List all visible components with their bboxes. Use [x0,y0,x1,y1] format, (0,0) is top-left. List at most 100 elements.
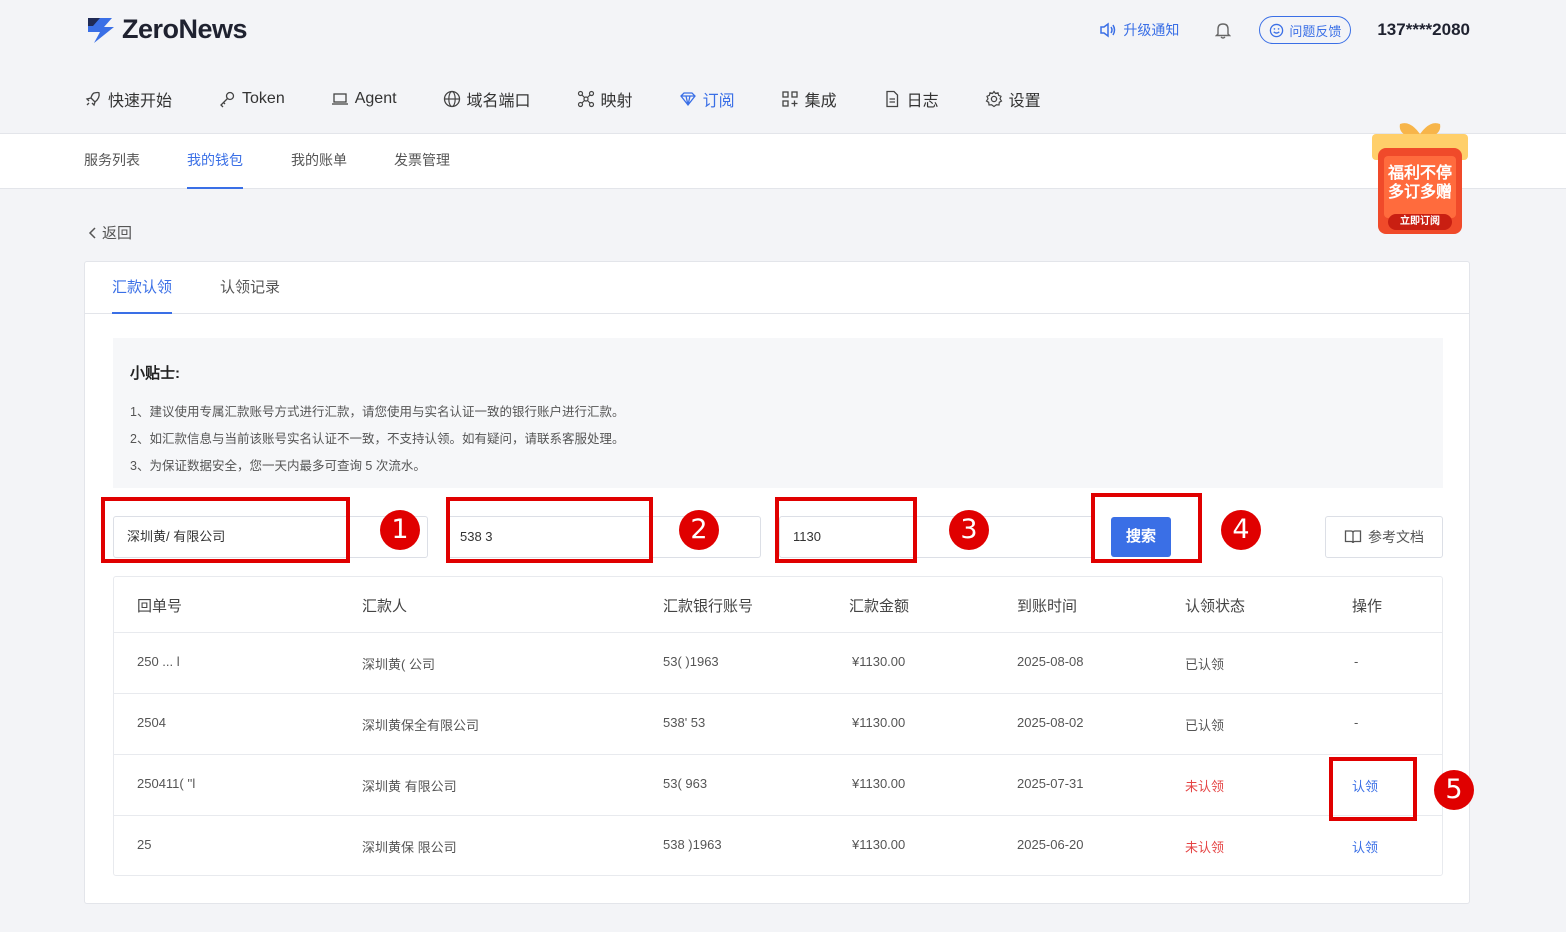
amount: ¥1130.00 [852,837,906,852]
tab-my-wallet[interactable]: 我的钱包 [187,134,243,189]
claim-status: 未认领 [1185,779,1225,794]
grid-icon [781,91,798,107]
claim-status: 未认领 [1185,840,1225,855]
tab-service-list[interactable]: 服务列表 [84,134,140,189]
header-actions: 升级通知 问题反馈 137****2080 [1099,16,1470,44]
remittance-claim-card: 汇款认领 认领记录 小贴士: 1、建议使用专属汇款账号方式进行汇款，请您使用与实… [84,261,1470,904]
logo-text: ZeroNews [122,14,248,44]
book-icon [1344,530,1362,544]
remitter-name: 深圳黄保 限公司 [362,840,457,855]
annotation-number-4: 4 [1221,510,1261,550]
feedback-button[interactable]: 问题反馈 [1259,16,1352,44]
col-account: 汇款银行账号 [663,598,754,615]
tips-box: 小贴士: 1、建议使用专属汇款账号方式进行汇款，请您使用与实名认证一致的银行账户… [113,338,1443,488]
annotation-number-3: 3 [949,510,989,550]
reference-doc-button[interactable]: 参考文档 [1325,516,1443,558]
speaker-icon [1100,22,1116,38]
smile-icon [1270,23,1284,37]
nav-token[interactable]: Token [218,86,285,112]
table-row: 2504 深圳黄保全有限公司 538' 53 ¥1130.00 2025-08-… [114,694,1442,755]
sub-nav: 服务列表 我的钱包 我的账单 发票管理 [0,134,1566,189]
upgrade-notice-link[interactable]: 升级通知 [1099,20,1179,40]
chevron-left-icon [88,226,96,239]
top-header: ZeroNews 升级通知 问题反馈 137****2080 快速开始 Toke… [0,0,1566,134]
back-label: 返回 [102,225,133,242]
nav-agent[interactable]: Agent [331,86,397,112]
col-remitter: 汇款人 [362,598,408,615]
gear-icon [985,90,1002,108]
bank-account: 538 )1963 [663,837,722,852]
annotation-box-2 [446,497,653,563]
table-row: 250411( ''l 深圳黄 有限公司 53( 963 ¥1130.00 20… [114,755,1442,816]
nav-settings[interactable]: 设置 [985,86,1041,112]
diamond-icon [679,92,696,107]
nav-subscription[interactable]: 订阅 [679,86,735,112]
logo[interactable]: ZeroNews [84,14,248,45]
claim-link[interactable]: 认领 [1352,837,1378,856]
bank-account: 53( )1963 [663,654,719,669]
nav-domain-port[interactable]: 域名端口 [443,86,531,112]
arrival-date: 2025-06-20 [1017,837,1084,852]
key-icon [220,91,235,108]
tips-line-3: 3、为保证数据安全，您一天内最多可查询 5 次流水。 [130,459,426,473]
promo-subscribe-button[interactable]: 立即订阅 [1388,214,1452,230]
tips-line-2: 2、如汇款信息与当前该账号实名认证不一致，不支持认领。如有疑问，请联系客服处理。 [130,432,625,446]
amount: ¥1130.00 [852,715,906,730]
annotation-number-2: 2 [679,510,719,550]
claim-status: 已认领 [1185,657,1225,672]
back-link[interactable]: 返回 [88,222,132,243]
tips-line-1: 1、建议使用专属汇款账号方式进行汇款，请您使用与实名认证一致的银行账户进行汇款。 [130,405,625,419]
tab-my-bills[interactable]: 我的账单 [291,134,347,189]
upgrade-notice-label: 升级通知 [1123,22,1180,38]
receipt-no: 25 [137,837,152,852]
tab-claim-records[interactable]: 认领记录 [220,262,280,314]
rocket-icon [85,91,100,107]
bank-account: 538' 53 [663,715,706,730]
document-icon [885,90,898,108]
arrival-date: 2025-08-02 [1017,715,1084,730]
operation-none: - [1354,715,1359,730]
annotation-box-5 [1329,757,1417,821]
tab-invoice-management[interactable]: 发票管理 [394,134,450,189]
promo-gift-badge[interactable]: 福利不停 多订多赠 立即订阅 [1370,120,1470,238]
arrival-date: 2025-07-31 [1017,776,1084,791]
table-header: 回单号 汇款人 汇款银行账号 汇款金额 到账时间 认领状态 操作 [114,577,1442,633]
col-date: 到账时间 [1017,598,1078,615]
remitter-name: 深圳黄保全有限公司 [362,718,480,733]
arrival-date: 2025-08-08 [1017,654,1084,669]
nav-mapping[interactable]: 映射 [577,86,633,112]
annotation-number-5: 5 [1434,770,1474,810]
annotation-box-3 [775,497,917,563]
remitter-name: 深圳黄( 公司 [362,657,435,672]
receipt-no: 250 ... l [137,654,180,669]
network-icon [577,90,594,108]
remittance-table: 回单号 汇款人 汇款银行账号 汇款金额 到账时间 认领状态 操作 250 ...… [113,576,1443,876]
annotation-number-1: 1 [380,510,420,550]
bell-button[interactable] [1215,21,1232,39]
promo-line-2: 多订多赠 [1387,184,1452,201]
nav-quickstart[interactable]: 快速开始 [84,86,172,112]
annotation-box-4 [1091,493,1202,563]
col-operation: 操作 [1352,598,1383,615]
tab-remittance-claim[interactable]: 汇款认领 [112,262,173,314]
zeronews-logo-icon [88,17,114,43]
annotation-box-1 [101,497,350,563]
table-row: 250 ... l 深圳黄( 公司 53( )1963 ¥1130.00 202… [114,633,1442,694]
operation-none: - [1354,654,1359,669]
col-status: 认领状态 [1185,598,1246,615]
amount: ¥1130.00 [852,776,906,791]
card-tabs: 汇款认领 认领记录 [85,262,1469,314]
col-amount: 汇款金额 [849,598,910,615]
table-row: 25 深圳黄保 限公司 538 )1963 ¥1130.00 2025-06-2… [114,816,1442,876]
receipt-no: 2504 [137,715,166,730]
user-phone[interactable]: 137****2080 [1377,20,1470,40]
bell-icon [1215,23,1232,39]
bank-account: 53( 963 [663,776,708,791]
amount: ¥1130.00 [852,654,906,669]
globe-icon [443,90,460,108]
nav-logs[interactable]: 日志 [883,86,939,112]
laptop-icon [331,93,348,105]
receipt-no: 250411( ''l [137,776,196,791]
nav-integration[interactable]: 集成 [781,86,837,112]
remitter-name: 深圳黄 有限公司 [362,779,457,794]
